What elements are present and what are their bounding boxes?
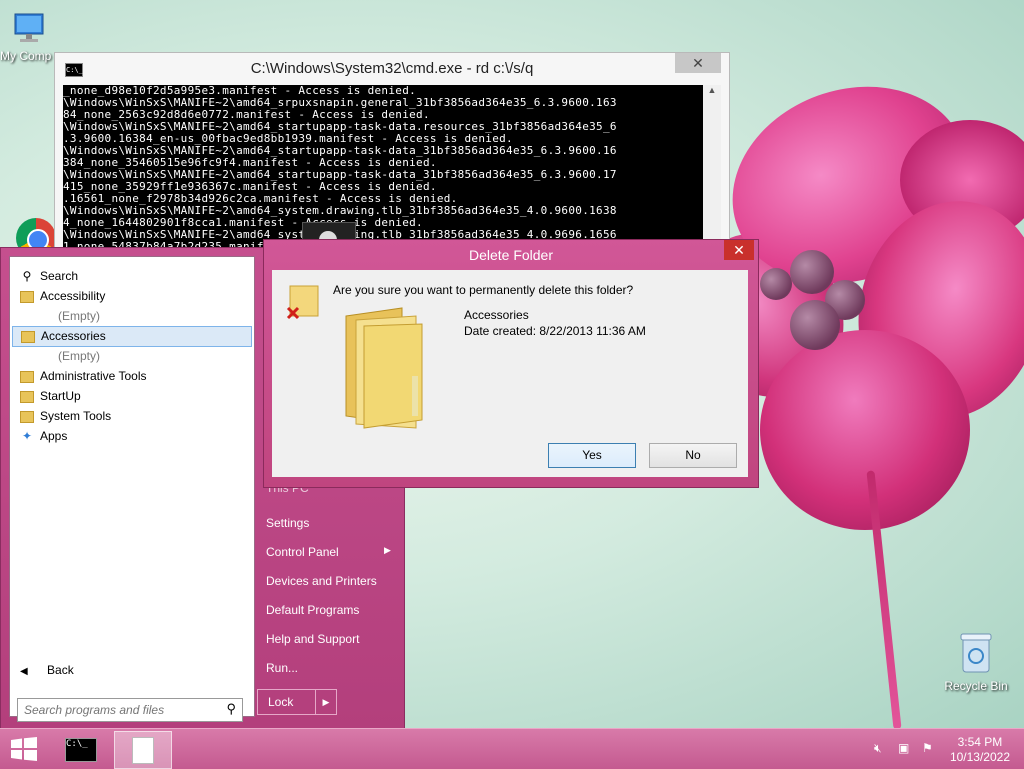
folder-accessibility-label: Accessibility — [40, 289, 106, 303]
folder-icon — [20, 290, 34, 303]
windows-start-icon[interactable] — [10, 737, 38, 761]
folder-administrative-tools[interactable]: Administrative Tools — [12, 367, 250, 386]
apps-icon: ✦ — [21, 429, 33, 443]
folder-icon — [20, 410, 34, 423]
devices-printers-link[interactable]: Devices and Printers — [266, 574, 377, 588]
empty-placeholder: (Empty) — [58, 309, 100, 323]
delete-folder-dialog[interactable]: Delete Folder ✕ Are you sure you want to… — [263, 239, 759, 488]
folder-administrative-tools-label: Administrative Tools — [40, 369, 147, 383]
recycle-bin-icon[interactable]: Recycle Bin — [940, 630, 1012, 693]
run-link[interactable]: Run... — [266, 661, 298, 675]
folder-date-created: Date created: 8/22/2013 11:36 AM — [464, 324, 646, 338]
cmd-taskbar-icon: C:\_ — [65, 738, 97, 762]
monitor-icon — [14, 13, 44, 42]
control-panel-link[interactable]: Control Panel ▶ — [266, 545, 391, 559]
cmd-title: C:\Windows\System32\cmd.exe - rd c:\/s/q — [250, 60, 534, 77]
folder-startup-label: StartUp — [40, 389, 81, 403]
taskbar: C:\_ 🔇︎ ▣ ⚑ 3:54 PM 10/13/2022 — [0, 728, 1024, 769]
folder-system-tools[interactable]: System Tools — [12, 407, 250, 426]
default-programs-link[interactable]: Default Programs — [266, 603, 359, 617]
clock-date: 10/13/2022 — [949, 750, 1010, 764]
volume-muted-icon[interactable]: 🔇︎ — [874, 741, 882, 756]
cmd-close-button[interactable]: ✕ — [675, 53, 721, 73]
trash-icon — [960, 633, 992, 673]
search-item-label: Search — [40, 269, 79, 283]
lock-label: Lock — [268, 695, 294, 709]
folder-accessories[interactable]: Accessories — [12, 326, 252, 347]
cmd-window[interactable]: C:\_ C:\Windows\System32\cmd.exe - rd c:… — [54, 52, 730, 254]
my-computer-icon[interactable]: My Comp — [0, 10, 58, 63]
recycle-bin-label: Recycle Bin — [944, 679, 1008, 693]
folder-accessibility[interactable]: Accessibility — [12, 287, 250, 306]
settings-link[interactable]: Settings — [266, 516, 309, 530]
apps-item-label: Apps — [40, 429, 68, 443]
search-icon: ⚲ — [22, 269, 32, 283]
folder-icon — [20, 390, 34, 403]
folder-system-tools-label: System Tools — [40, 409, 112, 423]
magnifier-icon[interactable]: ⚲ — [226, 701, 236, 717]
folder-icon — [20, 370, 34, 383]
document-icon — [132, 737, 154, 764]
folder-name: Accessories — [464, 308, 529, 322]
no-button[interactable]: No — [649, 443, 737, 468]
dialog-title: Delete Folder — [468, 247, 554, 263]
cmd-titlebar[interactable]: C:\_ C:\Windows\System32\cmd.exe - rd c:… — [55, 53, 729, 85]
taskbar-clock[interactable]: 3:54 PM 10/13/2022 — [950, 735, 1010, 765]
folder-startup[interactable]: StartUp — [12, 387, 250, 406]
search-item[interactable]: ⚲ Search — [12, 267, 250, 286]
help-support-link[interactable]: Help and Support — [266, 632, 359, 646]
cmd-scrollbar[interactable]: ▲ — [703, 85, 721, 253]
taskbar-cmd-button[interactable]: C:\_ — [52, 731, 108, 767]
control-panel-label: Control Panel — [266, 545, 339, 559]
lock-arrow-icon[interactable]: ▶ — [315, 690, 336, 714]
my-computer-label: My Comp — [0, 49, 52, 63]
network-icon[interactable]: ▣ — [898, 741, 909, 755]
dialog-question: Are you sure you want to permanently del… — [333, 283, 634, 297]
yes-button[interactable]: Yes — [548, 443, 636, 468]
back-label: Back — [47, 663, 74, 677]
program-search-box[interactable]: ⚲ — [17, 698, 243, 722]
cmd-icon: C:\_ — [65, 63, 83, 77]
action-center-icon[interactable]: ⚑ — [922, 741, 933, 755]
back-button[interactable]: ◀ Back — [20, 663, 74, 677]
folder-icon — [21, 330, 35, 343]
empty-placeholder: (Empty) — [58, 349, 100, 363]
lock-button[interactable]: Lock ▶ — [257, 689, 337, 715]
dialog-body: Are you sure you want to permanently del… — [272, 270, 748, 477]
cmd-output[interactable]: _none_d98e10f2d5a995e3.manifest - Access… — [63, 85, 703, 253]
folder-accessories-label: Accessories — [41, 329, 106, 343]
large-folder-icon — [345, 307, 423, 429]
delete-folder-icon — [286, 285, 319, 320]
program-search-input[interactable] — [18, 699, 216, 721]
clock-time: 3:54 PM — [957, 735, 1003, 749]
start-menu-programs: ⚲ Search Accessibility (Empty) Accessorie… — [9, 256, 255, 722]
taskbar-file-button[interactable] — [114, 731, 172, 769]
chevron-right-icon: ▶ — [384, 545, 391, 555]
dialog-close-button[interactable]: ✕ — [724, 240, 754, 260]
back-arrow-icon: ◀ — [20, 666, 28, 677]
scroll-up-icon[interactable]: ▲ — [703, 85, 721, 95]
apps-item[interactable]: ✦ Apps — [12, 427, 250, 446]
